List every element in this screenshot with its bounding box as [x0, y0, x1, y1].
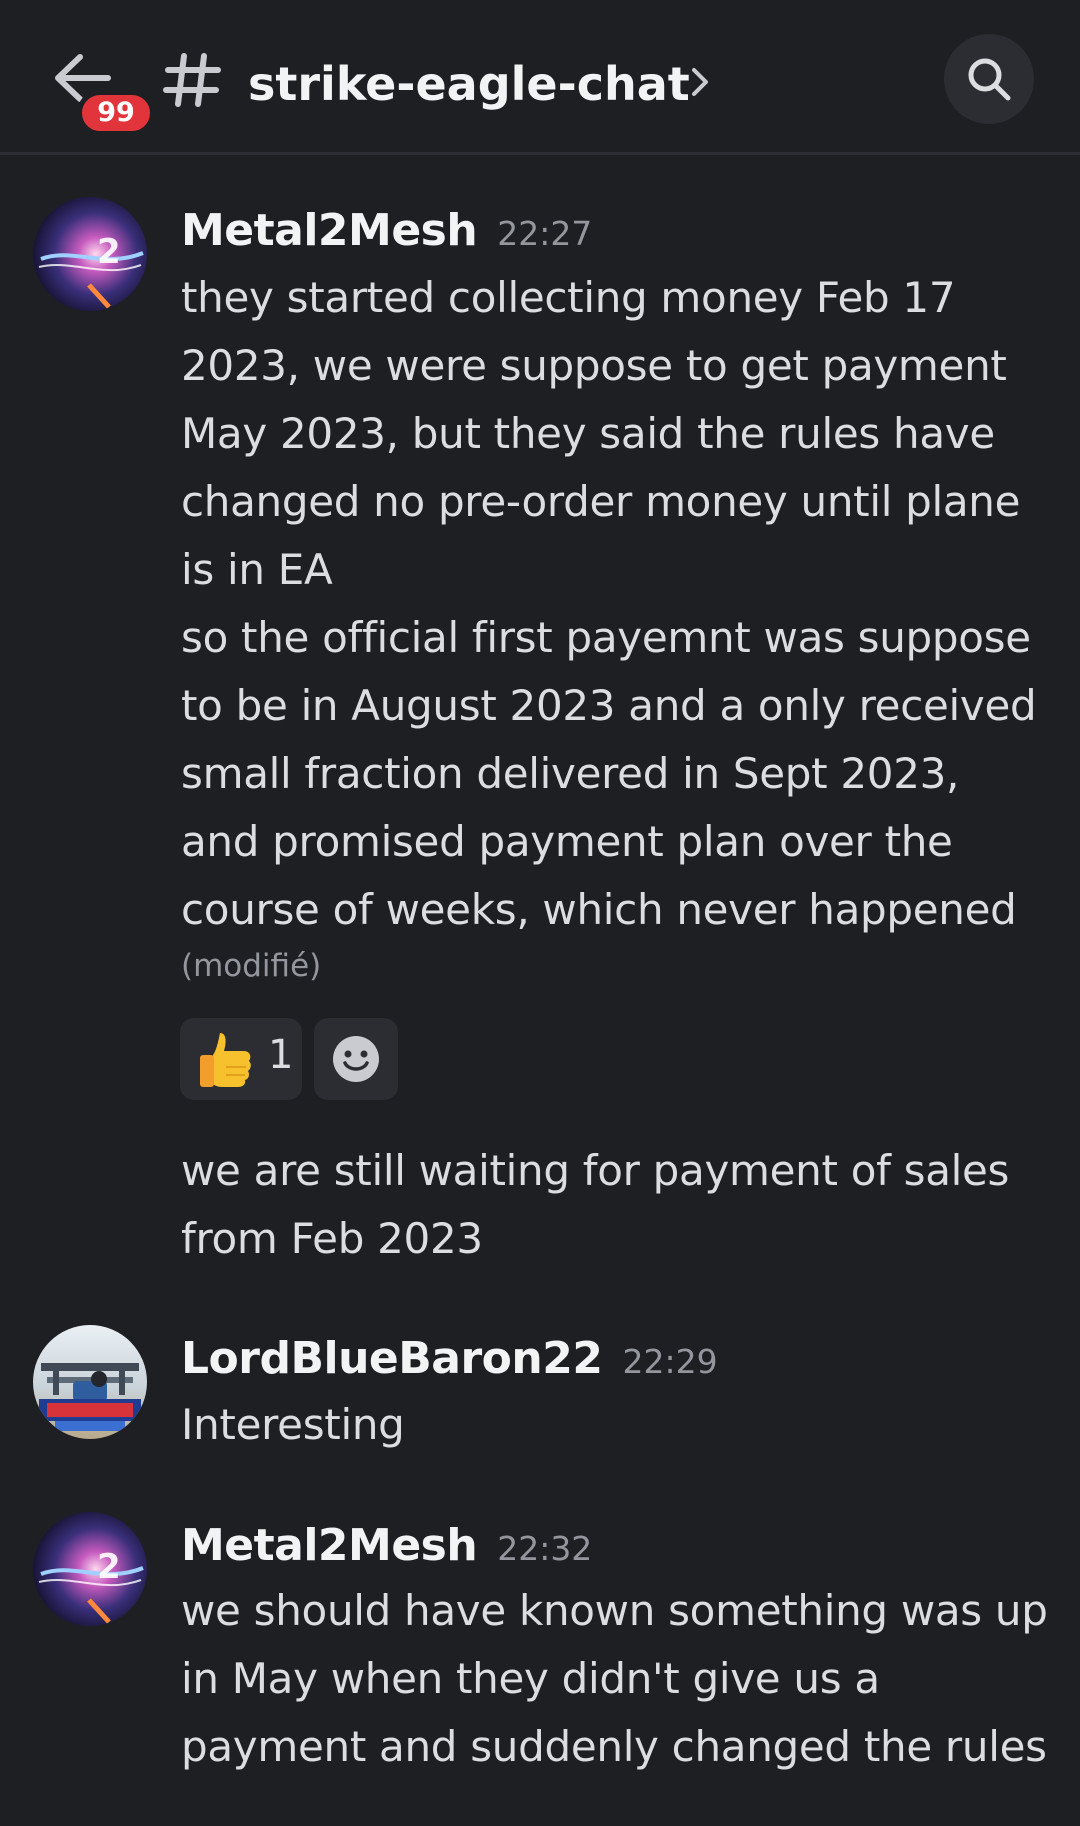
- svg-text:2: 2: [97, 1547, 121, 1587]
- message-line: and promised payment plan over the: [181, 817, 953, 866]
- metal2mesh-avatar-image: 2: [33, 197, 147, 311]
- svg-text:2: 2: [97, 232, 121, 272]
- reaction-count: 1: [268, 1032, 294, 1078]
- message-line: payment and suddenly changed the rules: [181, 1722, 1047, 1771]
- message-header: Metal2Mesh 22:27: [181, 205, 592, 256]
- username[interactable]: LordBlueBaron22: [181, 1333, 603, 1384]
- timestamp: 22:27: [497, 214, 593, 253]
- message-text: we are still waiting for payment of sale…: [181, 1137, 1061, 1273]
- message-line: we are still waiting for payment of sale…: [181, 1146, 1010, 1195]
- avatar[interactable]: 2: [33, 197, 147, 311]
- add-reaction-button[interactable]: [314, 1018, 398, 1100]
- add-reaction-icon: [333, 1036, 379, 1082]
- thumbs-up-icon: [200, 1033, 251, 1087]
- metal2mesh-avatar-image: 2: [33, 1512, 147, 1626]
- message-line: we should have known something was up: [181, 1586, 1048, 1635]
- message-line: they started collecting money Feb 17: [181, 273, 956, 322]
- message-line: from Feb 2023: [181, 1214, 483, 1263]
- message-header: LordBlueBaron22 22:29: [181, 1333, 718, 1384]
- message-text: they started collecting money Feb 17 202…: [181, 264, 1061, 944]
- search-icon: [968, 58, 1011, 101]
- avatar[interactable]: [33, 1325, 147, 1439]
- unread-badge: 99: [77, 90, 155, 136]
- lordbluebaron-avatar-image: [33, 1325, 147, 1439]
- timestamp: 22:32: [497, 1529, 593, 1568]
- username[interactable]: Metal2Mesh: [181, 1520, 478, 1571]
- channel-header: 99 strike-eagle-chat: [0, 0, 1080, 155]
- message-line: to be in August 2023 and a only received: [181, 681, 1037, 730]
- timestamp: 22:29: [622, 1342, 718, 1381]
- message-line: so the official first payemnt was suppos…: [181, 613, 1031, 662]
- username[interactable]: Metal2Mesh: [181, 205, 478, 256]
- message-header: Metal2Mesh 22:32: [181, 1520, 592, 1571]
- message-line: in May when they didn't give us a: [181, 1654, 880, 1703]
- avatar[interactable]: 2: [33, 1512, 147, 1626]
- hash-icon: [163, 53, 221, 107]
- edited-label: (modifié): [181, 948, 322, 984]
- message-line: changed no pre-order money until plane: [181, 477, 1021, 526]
- chevron-right-icon[interactable]: [688, 64, 712, 100]
- message-line: course of weeks, which never happened: [181, 885, 1017, 934]
- search-button[interactable]: [944, 34, 1034, 124]
- message-text: Interesting: [181, 1391, 1061, 1459]
- message-line: 2023, we were suppose to get payment: [181, 341, 1007, 390]
- message-line: May 2023, but they said the rules have: [181, 409, 995, 458]
- message-line: Interesting: [181, 1400, 405, 1449]
- message-text: we should have known something was up in…: [181, 1577, 1061, 1781]
- message-line: is in EA: [181, 545, 333, 594]
- channel-title[interactable]: strike-eagle-chat: [248, 52, 690, 116]
- reaction-thumbs-up[interactable]: 1: [180, 1018, 302, 1100]
- message-line: small fraction delivered in Sept 2023,: [181, 749, 960, 798]
